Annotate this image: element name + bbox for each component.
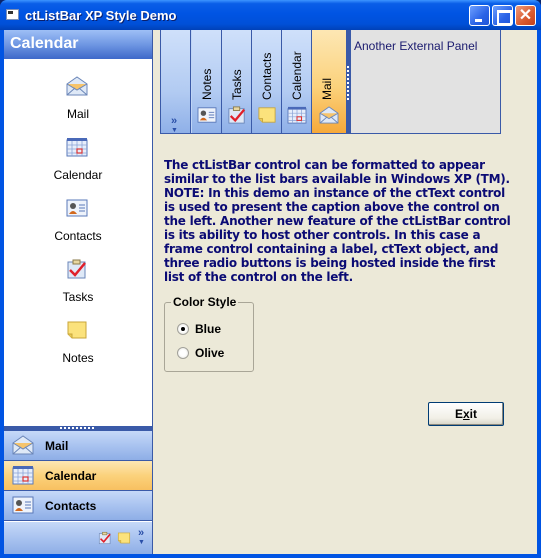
maximize-button[interactable]: [492, 5, 513, 26]
external-panel-text: Another External Panel: [354, 39, 478, 53]
contacts-icon: [12, 495, 34, 515]
app-icon: [6, 9, 19, 20]
tab-notes[interactable]: Notes: [192, 30, 222, 133]
notes-icon[interactable]: [117, 531, 131, 545]
calendar-icon: [66, 136, 88, 158]
exit-button[interactable]: Exit: [428, 402, 504, 426]
tab-contacts[interactable]: Contacts: [252, 30, 282, 133]
tasks-icon: [66, 258, 88, 280]
horizontal-listbar: » ▼ Notes Tasks Contacts Calendar Mail: [160, 30, 346, 134]
tab-tasks[interactable]: Tasks: [222, 30, 252, 133]
group-button-calendar[interactable]: Calendar: [4, 461, 152, 491]
title-bar[interactable]: ctListBar XP Style Demo ✕: [0, 0, 541, 30]
group-label: Contacts: [45, 499, 97, 513]
radio-label: Olive: [195, 346, 225, 360]
tab-label: Contacts: [260, 52, 274, 100]
tab-calendar[interactable]: Calendar: [282, 30, 312, 133]
contacts-icon: [66, 197, 88, 219]
group-label: Calendar: [45, 469, 97, 483]
tab-mail[interactable]: Mail: [312, 30, 346, 133]
list-item-label: Tasks: [62, 290, 94, 304]
notes-icon: [66, 319, 88, 341]
list-area: Mail Calendar Contacts Tasks Notes: [4, 59, 152, 426]
description-text: The ctListBar control can be formatted t…: [164, 158, 511, 284]
client-area: Calendar Mail Calendar Contacts Tasks No…: [4, 30, 537, 554]
group-button-contacts[interactable]: Contacts: [4, 491, 152, 521]
contacts-icon: [197, 106, 217, 124]
app-window: ctListBar XP Style Demo ✕ Calendar Mail …: [0, 0, 541, 558]
group-button-mail[interactable]: Mail: [4, 431, 152, 461]
calendar-icon: [12, 465, 34, 485]
overflow-tab[interactable]: » ▼: [161, 30, 191, 136]
tab-label: Mail: [320, 77, 334, 100]
minimize-button[interactable]: [469, 5, 490, 26]
radio-indicator[interactable]: [177, 347, 189, 359]
list-item-label: Notes: [62, 351, 94, 365]
list-item-label: Contacts: [54, 229, 102, 243]
listbar-caption: Calendar: [4, 30, 152, 59]
color-style-frame: Color Style Blue Olive: [164, 295, 254, 372]
radio-label: Blue: [195, 322, 222, 336]
grip-dots: [347, 66, 349, 100]
mail-icon: [66, 75, 88, 97]
grip-dots: [60, 427, 96, 429]
list-item-label: Calendar: [53, 168, 103, 182]
chevron-more-icon[interactable]: » ▼: [138, 528, 145, 548]
radio-indicator[interactable]: [177, 323, 189, 335]
mail-icon: [319, 106, 339, 124]
group-label: Mail: [45, 439, 69, 453]
close-icon: ✕: [518, 7, 533, 24]
list-item-contacts[interactable]: Contacts: [4, 197, 152, 255]
tab-label: Tasks: [230, 69, 244, 100]
external-panel: Another External Panel: [351, 30, 501, 134]
tab-label: Calendar: [290, 51, 304, 100]
frame-legend: Color Style: [171, 295, 239, 309]
mail-icon: [12, 435, 34, 455]
list-item-calendar[interactable]: Calendar: [4, 136, 152, 194]
chevron-more-icon[interactable]: » ▼: [171, 116, 178, 136]
overflow-bar: » ▼: [4, 522, 152, 554]
list-item-notes[interactable]: Notes: [4, 319, 152, 377]
list-item-label: Mail: [66, 107, 89, 121]
window-title: ctListBar XP Style Demo: [25, 8, 177, 23]
tasks-icon: [227, 106, 247, 124]
tasks-icon[interactable]: [98, 531, 112, 545]
tab-label: Notes: [200, 68, 214, 100]
list-item-tasks[interactable]: Tasks: [4, 258, 152, 316]
calendar-icon: [287, 106, 307, 124]
left-listbar: Calendar Mail Calendar Contacts Tasks No…: [4, 30, 153, 554]
list-item-mail[interactable]: Mail: [4, 75, 152, 133]
close-button[interactable]: ✕: [515, 5, 536, 26]
notes-icon: [257, 106, 277, 124]
